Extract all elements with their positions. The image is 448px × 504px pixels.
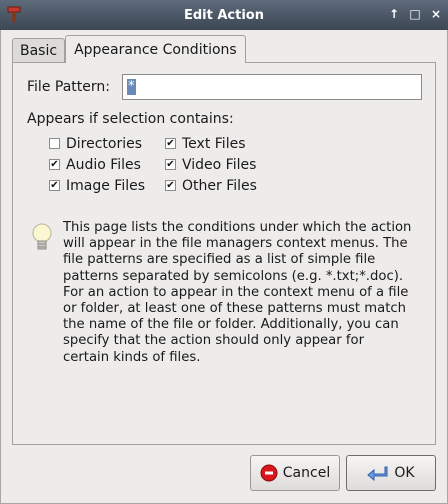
checkbox-label: Image Files bbox=[66, 177, 146, 194]
file-pattern-label: File Pattern: bbox=[27, 79, 110, 95]
appears-label: Appears if selection contains: bbox=[27, 111, 234, 127]
checkbox-box: ✔ bbox=[165, 158, 176, 170]
lightbulb-icon bbox=[32, 223, 52, 250]
checkbox-box bbox=[49, 138, 60, 149]
checkbox-label: Text Files bbox=[182, 135, 246, 152]
info-text: This page lists the conditions under whi… bbox=[63, 220, 412, 365]
checkbox-other-files[interactable]: ✔ Other Files bbox=[165, 177, 295, 194]
button-bar: Cancel OK bbox=[0, 455, 448, 495]
window-title: Edit Action bbox=[183, 7, 264, 23]
tab-basic-label: Basic bbox=[20, 42, 58, 59]
checkbox-label: Audio Files bbox=[66, 156, 141, 173]
appearance-panel: File Pattern: * Appears if selection con… bbox=[12, 62, 436, 445]
stop-icon bbox=[260, 464, 278, 482]
cancel-label: Cancel bbox=[282, 465, 331, 481]
tab-basic[interactable]: Basic bbox=[12, 38, 66, 62]
checkbox-image-files[interactable]: ✔ Image Files bbox=[49, 177, 165, 194]
checkbox-label: Video Files bbox=[182, 156, 257, 173]
ok-label: OK bbox=[394, 465, 415, 481]
checkbox-box: ✔ bbox=[49, 158, 60, 170]
checkbox-video-files[interactable]: ✔ Video Files bbox=[165, 156, 295, 173]
file-pattern-value: * bbox=[127, 79, 136, 95]
checkbox-label: Directories bbox=[66, 135, 143, 152]
checkbox-box: ✔ bbox=[49, 179, 60, 191]
checkbox-box: ✔ bbox=[165, 137, 176, 149]
maximize-button[interactable]: □ bbox=[409, 7, 421, 21]
checkbox-audio-files[interactable]: ✔ Audio Files bbox=[49, 156, 165, 173]
cancel-button[interactable]: Cancel bbox=[250, 455, 340, 491]
tab-strip: Basic Appearance Conditions bbox=[12, 35, 246, 63]
title-bar[interactable]: Edit Action ↑ □ × bbox=[0, 0, 448, 30]
checkbox-box: ✔ bbox=[165, 179, 176, 191]
checkbox-text-files[interactable]: ✔ Text Files bbox=[165, 135, 295, 152]
tab-appearance-conditions[interactable]: Appearance Conditions bbox=[65, 35, 246, 63]
file-pattern-input[interactable]: * bbox=[122, 74, 422, 100]
file-pattern-row: File Pattern: * bbox=[27, 74, 422, 100]
tab-appearance-label: Appearance Conditions bbox=[74, 41, 237, 58]
enter-arrow-icon bbox=[367, 465, 389, 481]
close-button[interactable]: × bbox=[430, 7, 442, 21]
info-section: This page lists the conditions under whi… bbox=[31, 220, 427, 366]
shade-button[interactable]: ↑ bbox=[388, 7, 400, 21]
ok-button[interactable]: OK bbox=[346, 455, 436, 491]
checkbox-label: Other Files bbox=[182, 177, 257, 194]
app-icon bbox=[7, 6, 21, 22]
checkbox-directories[interactable]: Directories bbox=[49, 135, 165, 152]
file-type-checkboxes: Directories ✔ Text Files ✔ Audio Files ✔ Vi… bbox=[49, 135, 295, 194]
